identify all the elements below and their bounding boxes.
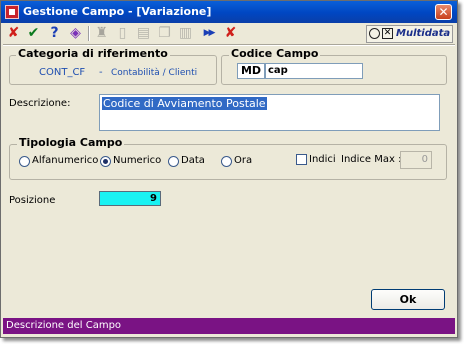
radio-alfanumerico[interactable] bbox=[19, 156, 30, 167]
help-icon[interactable]: ? bbox=[46, 25, 63, 42]
tipologia-legend: Tipologia Campo bbox=[17, 136, 125, 149]
categoria-description: Contabilità / Clienti bbox=[111, 68, 198, 78]
window-title: Gestione Campo - [Variazione] bbox=[23, 5, 212, 18]
posizione-label: Posizione bbox=[9, 195, 56, 206]
edit-icon[interactable]: ◈ bbox=[67, 25, 84, 42]
fast-forward-icon[interactable]: ▶▶ bbox=[200, 25, 217, 42]
indici-checkbox[interactable] bbox=[296, 154, 307, 165]
descrizione-text: Codice di Avviamento Postale bbox=[102, 97, 267, 110]
cancel-icon[interactable]: ✘ bbox=[5, 25, 22, 42]
radio-data[interactable] bbox=[168, 156, 179, 167]
descrizione-textarea[interactable]: Codice di Avviamento Postale bbox=[99, 94, 440, 131]
multidata-logo: ✕ Multidata bbox=[366, 25, 453, 43]
circle-icon bbox=[369, 28, 380, 39]
radio-ora-label: Ora bbox=[234, 155, 253, 166]
clipboard-icon[interactable]: ▤ bbox=[135, 25, 152, 42]
app-icon bbox=[5, 5, 19, 19]
indici-label: Indici bbox=[309, 154, 336, 165]
radio-ora[interactable] bbox=[221, 156, 232, 167]
title-bar: Gestione Campo - [Variazione] ✕ bbox=[1, 1, 457, 23]
box-x-icon: ✕ bbox=[382, 28, 393, 39]
binoculars-icon[interactable]: ♜ bbox=[93, 25, 110, 42]
indice-max-label: Indice Max : bbox=[341, 154, 402, 165]
categoria-dash: - bbox=[99, 67, 103, 78]
radio-alfanumerico-label: Alfanumerico bbox=[32, 155, 99, 166]
status-bar: Descrizione del Campo bbox=[3, 318, 455, 334]
radio-data-label: Data bbox=[181, 155, 205, 166]
indice-max-input[interactable]: 0 bbox=[400, 151, 432, 169]
radio-numerico[interactable] bbox=[100, 156, 111, 167]
brand-label: Multidata bbox=[396, 28, 451, 39]
confirm-icon[interactable]: ✔ bbox=[25, 25, 42, 42]
dialog-window: Gestione Campo - [Variazione] ✕ ✘ ✔ ? ◈ … bbox=[0, 0, 458, 338]
descrizione-label: Descrizione: bbox=[9, 98, 71, 109]
toolbar-separator bbox=[88, 26, 90, 41]
new-document-icon[interactable]: ▯ bbox=[114, 25, 131, 42]
radio-numerico-label: Numerico bbox=[113, 155, 162, 166]
categoria-code: CONT_CF bbox=[39, 67, 86, 78]
delete-icon[interactable]: ✘ bbox=[222, 25, 239, 42]
posizione-input[interactable]: 9 bbox=[99, 191, 161, 206]
categoria-legend: Categoria di riferimento bbox=[16, 47, 170, 60]
paste-icon[interactable]: ▥ bbox=[177, 25, 194, 42]
codice-legend: Codice Campo bbox=[229, 47, 321, 60]
codice-input[interactable]: cap bbox=[265, 63, 363, 79]
ok-button[interactable]: Ok bbox=[371, 289, 445, 310]
toolbar-divider bbox=[3, 44, 455, 46]
codice-prefix: MD bbox=[237, 63, 265, 79]
close-button[interactable]: ✕ bbox=[435, 4, 452, 20]
copy-icon[interactable]: ❐ bbox=[156, 25, 173, 42]
